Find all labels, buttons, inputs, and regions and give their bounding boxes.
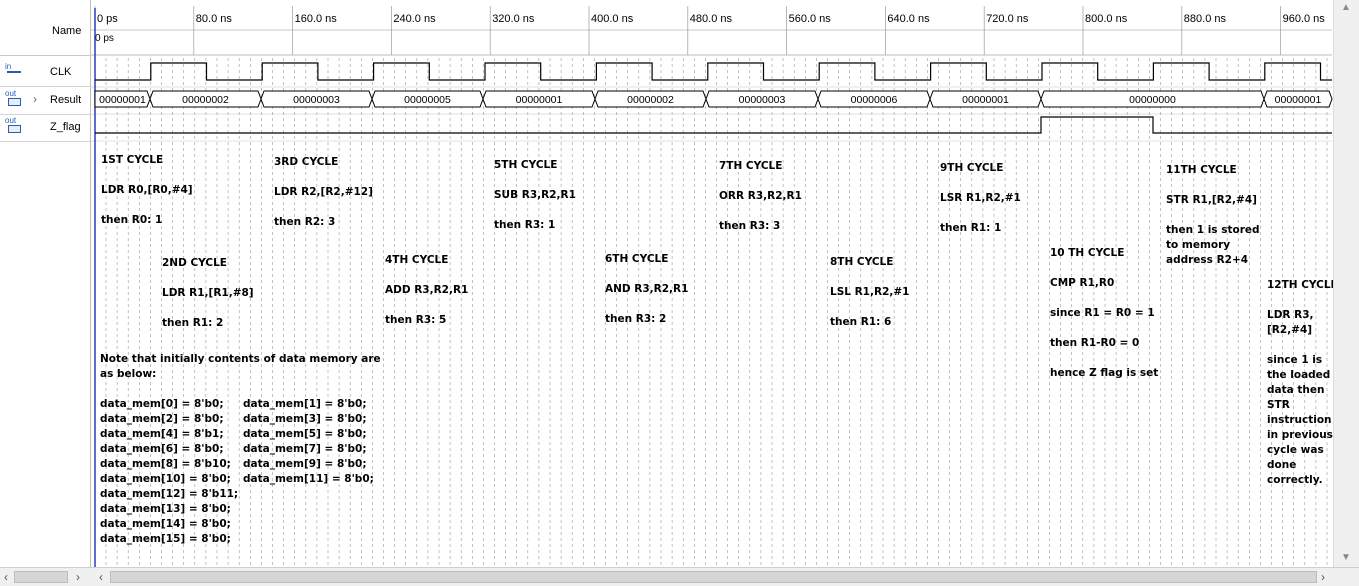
zflag-waveform bbox=[95, 116, 1332, 134]
result-value-label: 00000006 bbox=[851, 94, 898, 106]
annotation-cycle-4: 4TH CYCLE ADD R3,R2,R1 then R3: 5 bbox=[385, 254, 469, 326]
annotation-cycle-8: 8TH CYCLE LSL R1,R2,#1 then R1: 6 bbox=[830, 256, 910, 328]
annotation-cycle-6: 6TH CYCLE AND R3,R2,R1 then R3: 2 bbox=[605, 253, 689, 325]
result-value-label: 00000001 bbox=[99, 94, 146, 106]
time-tick-label: 320.0 ns bbox=[492, 13, 535, 25]
time-tick-label: 720.0 ns bbox=[986, 13, 1029, 25]
time-tick-label: 880.0 ns bbox=[1184, 13, 1227, 25]
memory-list-right: data_mem[1] = 8'b0; data_mem[3] = 8'b0; … bbox=[243, 398, 374, 485]
time-tick-label: 560.0 ns bbox=[789, 13, 832, 25]
time-tick-label: 160.0 ns bbox=[295, 13, 338, 25]
result-value-label: 00000003 bbox=[739, 94, 786, 106]
annotation-cycle-12-title: 12TH CYCLE bbox=[1267, 279, 1338, 291]
scroll-right-icon[interactable]: › bbox=[76, 570, 80, 584]
clk-waveform bbox=[95, 62, 1332, 81]
time-tick-label: 400.0 ns bbox=[591, 13, 634, 25]
annotation-cycle-12-body: since 1 is the loaded data then STR inst… bbox=[1267, 354, 1333, 486]
timescale-header bbox=[91, 0, 1333, 55]
annotation-cycle-12-instruction: LDR R3,[R2,#4] bbox=[1267, 309, 1314, 336]
result-value-label: 00000000 bbox=[1129, 94, 1176, 106]
annotation-cycle-11: 11TH CYCLE STR R1,[R2,#4] then 1 is stor… bbox=[1166, 164, 1260, 266]
memory-list-left: data_mem[0] = 8'b0; data_mem[2] = 8'b0; … bbox=[100, 398, 239, 545]
cursor-time-label: 0 ps bbox=[95, 33, 114, 44]
annotation-cycle-9: 9TH CYCLE LSR R1,R2,#1 then R1: 1 bbox=[940, 162, 1021, 234]
result-value-label: 00000002 bbox=[627, 94, 674, 106]
wave-scroll-right-icon[interactable]: › bbox=[1321, 570, 1325, 584]
result-value-label: 00000002 bbox=[182, 94, 229, 106]
annotation-cycle-5: 5TH CYCLE SUB R3,R2,R1 then R3: 1 bbox=[494, 159, 576, 231]
time-tick-label: 0 ps bbox=[97, 13, 118, 25]
annotation-cycle-7: 7TH CYCLE ORR R3,R2,R1 then R3: 3 bbox=[719, 160, 802, 232]
wave-scroll-left-icon[interactable]: ‹ bbox=[99, 570, 103, 584]
horizontal-scrollbar[interactable]: ‹ › ‹ › bbox=[0, 567, 1359, 586]
annotation-cycle-2: 2ND CYCLE LDR R1,[R1,#8] then R1: 2 bbox=[162, 257, 254, 329]
time-tick-label: 480.0 ns bbox=[690, 13, 733, 25]
scroll-down-icon[interactable]: ▼ bbox=[1341, 552, 1351, 563]
result-value-label: 00000001 bbox=[1275, 94, 1322, 106]
time-tick-label: 80.0 ns bbox=[196, 13, 233, 25]
result-value-label: 00000001 bbox=[516, 94, 563, 106]
annotation-cycle-1: 1ST CYCLE LDR R0,[R0,#4] then R0: 1 bbox=[101, 154, 193, 226]
wave-scroll-thumb[interactable] bbox=[110, 571, 1317, 583]
annotation-cycle-3: 3RD CYCLE LDR R2,[R2,#12] then R2: 3 bbox=[274, 156, 373, 228]
time-tick-label: 640.0 ns bbox=[887, 13, 930, 25]
signal-pane-scroll-thumb[interactable] bbox=[14, 571, 68, 583]
time-tick-label: 240.0 ns bbox=[393, 13, 436, 25]
memory-note: Note that initially contents of data mem… bbox=[100, 353, 381, 380]
annotation-cycle-10: 10 TH CYCLE CMP R1,R0 since R1 = R0 = 1 … bbox=[1050, 247, 1159, 379]
result-value-label: 00000001 bbox=[962, 94, 1009, 106]
scroll-up-icon[interactable]: ▲ bbox=[1341, 2, 1351, 13]
time-tick-label: 960.0 ns bbox=[1283, 13, 1326, 25]
scroll-left-icon[interactable]: ‹ bbox=[4, 570, 8, 584]
time-tick-label: 800.0 ns bbox=[1085, 13, 1128, 25]
vertical-scrollbar[interactable]: ▲ ▼ bbox=[1333, 0, 1359, 567]
result-value-label: 00000003 bbox=[293, 94, 340, 106]
result-value-label: 00000005 bbox=[404, 94, 451, 106]
